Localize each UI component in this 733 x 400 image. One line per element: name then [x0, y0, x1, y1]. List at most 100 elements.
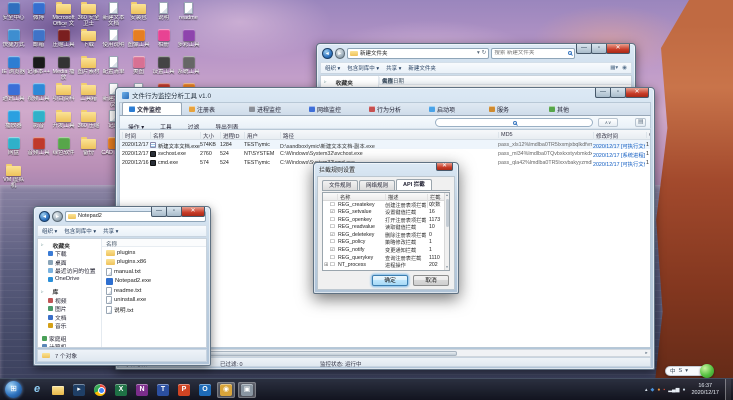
column-header[interactable]: 描述	[385, 194, 398, 201]
sidebar-item[interactable]: 视频	[38, 296, 101, 305]
desktop-icon[interactable]: 备份	[76, 137, 101, 163]
tray-icon[interactable]: ▴	[645, 387, 648, 393]
forward-button[interactable]: ▸	[52, 210, 63, 222]
column-header[interactable]: 时间	[122, 131, 136, 140]
rule-checkbox[interactable]: ☐	[330, 239, 337, 245]
rule-row[interactable]: ☐ REG_readvalue 读取键值拦截 10	[323, 224, 444, 232]
show-desktop-button[interactable]	[725, 378, 731, 400]
refresh-icon[interactable]: ↻	[482, 50, 487, 56]
file-row[interactable]: 说明.txt	[102, 305, 206, 315]
rule-row[interactable]: ☑ REG_notify 变更通知拦截 1	[323, 247, 444, 255]
sidebar-item[interactable]: 最近访问的位置	[38, 267, 101, 275]
minimize-button[interactable]: —	[151, 207, 167, 217]
desktop-icon[interactable]: 压缩工具	[51, 29, 76, 55]
maximize-button[interactable]: ▫	[591, 44, 607, 54]
desktop-icon[interactable]: 安装包	[126, 2, 151, 28]
desktop-icon[interactable]: 多彩工具	[176, 29, 201, 55]
ime-mode-icon[interactable]: S	[679, 368, 683, 374]
scroll-down-arrow[interactable]: ▾	[445, 265, 449, 270]
dialog-tab[interactable]: API 拦截	[396, 179, 432, 190]
assistant-ball-icon[interactable]	[700, 364, 714, 378]
desktop-icon[interactable]: 开发工具	[51, 110, 76, 136]
dialog-tab[interactable]: 网络规则	[359, 180, 396, 190]
desktop-icon[interactable]: 播放器	[1, 110, 26, 136]
sidebar-item[interactable]: 音乐	[38, 322, 101, 330]
monitor-search-box[interactable]	[435, 118, 593, 127]
desktop-icon[interactable]: 系统工具	[176, 56, 201, 82]
rule-row[interactable]: ☐ REG_openkey 打开注册表项拦截 1173	[323, 216, 444, 224]
desktop-icon[interactable]: 下载	[76, 29, 101, 55]
search-input[interactable]	[494, 50, 567, 56]
file-row[interactable]: Notepad2.exe	[102, 277, 206, 287]
desktop-icon[interactable]: 安全中心	[1, 2, 26, 28]
desktop-icon[interactable]: 微博	[26, 2, 51, 28]
desktop-icon[interactable]: 使用说明	[101, 29, 126, 55]
monitor-tab[interactable]: 文件监控	[122, 102, 182, 115]
maximize-button[interactable]: ▫	[610, 88, 626, 98]
close-button[interactable]: ✕	[181, 207, 205, 217]
vertical-scrollbar[interactable]: ▴ ▾	[444, 193, 449, 270]
rule-row[interactable]: ☐ REG_policy 策略修改拦截 1	[323, 239, 444, 247]
file-row[interactable]: readme.txt	[102, 286, 206, 296]
monitor-tab[interactable]: 进程监控	[242, 102, 302, 115]
file-row[interactable]: plugins.x86	[102, 258, 206, 268]
desktop-icon[interactable]: 美图	[126, 56, 151, 82]
event-row[interactable]: 2020/12/17 svchost.exe 2760 524 NT\SYSTE…	[120, 149, 650, 159]
sidebar-item[interactable]: OneDrive	[38, 275, 101, 284]
ime-mode-icon[interactable]: ▾	[685, 368, 688, 374]
tray-icon[interactable]: ●	[682, 387, 685, 393]
search-box[interactable]	[491, 47, 575, 59]
taskbar-app-button[interactable]: N	[133, 382, 151, 398]
close-button[interactable]: ✕	[606, 44, 630, 54]
monitor-tab[interactable]: 服务	[482, 102, 542, 115]
scroll-up-arrow[interactable]: ▴	[445, 193, 449, 198]
toolbar-item[interactable]: 包含到库中 ▾	[347, 64, 379, 72]
column-header[interactable]: 大小	[200, 131, 214, 140]
sidebar-item[interactable]: 收藏夹	[321, 78, 378, 87]
rule-checkbox[interactable]: ☐	[330, 217, 337, 223]
file-row[interactable]: uninstall.exe	[102, 296, 206, 306]
taskbar-app-button[interactable]: P	[175, 382, 193, 398]
desktop-icon[interactable]: 设置工具	[151, 56, 176, 82]
file-list-header[interactable]: 名称	[102, 239, 206, 248]
toolbar-item[interactable]: 包含到库中 ▾	[64, 227, 96, 235]
rule-checkbox[interactable]: ☑	[330, 209, 337, 215]
taskbar-app-button[interactable]: ▣	[238, 381, 256, 398]
desktop-icon[interactable]: 图片素材	[76, 56, 101, 82]
file-row[interactable]: plugins	[102, 248, 206, 258]
ok-button[interactable]: 确定	[372, 275, 408, 286]
desktop-icon[interactable]: Microsoft Office 文档	[51, 2, 76, 28]
column-header[interactable]: 名称	[337, 194, 350, 201]
rule-checkbox[interactable]: ☑	[330, 247, 337, 253]
close-button[interactable]: ✕	[436, 163, 453, 171]
desktop-icon[interactable]: 通讯工具	[1, 83, 26, 109]
ime-mode-icon[interactable]: 中	[670, 367, 676, 375]
column-header[interactable]: 大小	[379, 77, 393, 85]
rule-row[interactable]: ⊞ ☐ NT_process 进程操作 202	[323, 262, 444, 270]
toolbar-item[interactable]: 新建文件夹	[408, 64, 436, 72]
column-header[interactable]: 修改时间	[593, 131, 618, 140]
column-header[interactable]: 用户	[244, 131, 258, 140]
desktop-icon[interactable]: 相册	[151, 29, 176, 55]
view-toggle-icon[interactable]: ▦▾	[610, 65, 618, 71]
column-header[interactable]: MD5	[498, 131, 513, 138]
rule-row[interactable]: ☐ REG_createkey 创建注册表项拦截 0	[323, 201, 444, 209]
expand-icon[interactable]: ⊞	[324, 270, 330, 271]
ime-language-bar[interactable]: 中 S ▾	[665, 364, 714, 378]
desktop-icon[interactable]: 视频工具	[26, 83, 51, 109]
sidebar-item[interactable]: 库	[38, 288, 101, 296]
minimize-button[interactable]: —	[576, 44, 592, 54]
desktop-icon[interactable]: 影音	[26, 110, 51, 136]
desktop-icon[interactable]: 快捷方式	[1, 29, 26, 55]
tray-icon[interactable]: ●	[657, 387, 660, 393]
monitor-tab[interactable]: 其他	[542, 102, 602, 115]
desktop-icon[interactable]: 工具箱	[76, 83, 101, 109]
rule-checkbox[interactable]: ☐	[330, 202, 337, 208]
file-row[interactable]: manual.txt	[102, 267, 206, 277]
back-button[interactable]: ◂	[39, 210, 50, 222]
taskbar-app-button[interactable]: e	[28, 382, 46, 398]
help-icon[interactable]: ◉	[622, 65, 627, 71]
column-header[interactable]: #	[646, 131, 650, 138]
view-grid-icon[interactable]	[635, 118, 646, 127]
tray-icon[interactable]: ◆	[651, 387, 655, 393]
